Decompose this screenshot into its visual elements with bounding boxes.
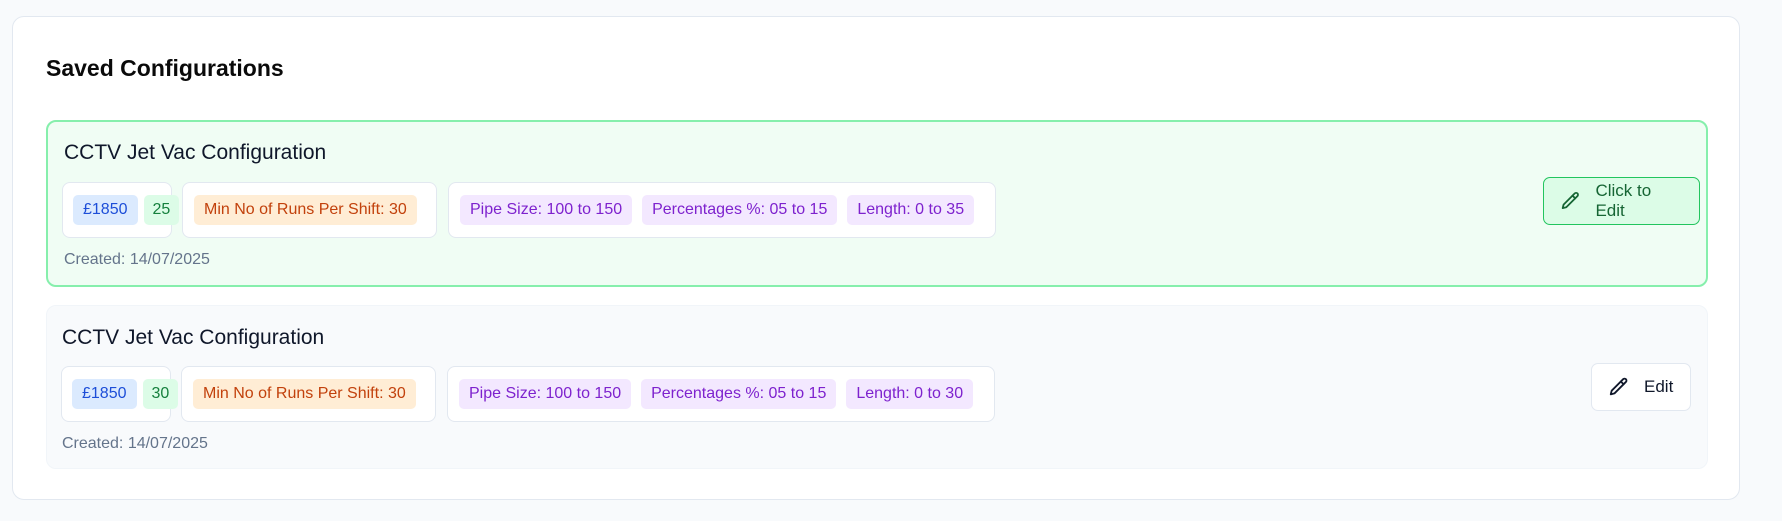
config-title: CCTV Jet Vac Configuration bbox=[64, 141, 327, 164]
edit-button-label: Edit bbox=[1644, 377, 1674, 396]
range-chip-group: Pipe Size: 100 to 150 Percentages %: 05 … bbox=[448, 182, 996, 238]
runs-chip-group: Min No of Runs Per Shift: 30 bbox=[182, 182, 437, 238]
length-badge: Length: 0 to 35 bbox=[847, 195, 975, 225]
saved-configurations-panel: Saved Configurations CCTV Jet Vac Config… bbox=[12, 16, 1740, 500]
pencil-icon bbox=[1561, 192, 1579, 210]
count-badge: 25 bbox=[143, 195, 180, 225]
config-card-selected[interactable]: CCTV Jet Vac Configuration £1850 25 Min … bbox=[46, 120, 1708, 287]
created-date: Created: 14/07/2025 bbox=[64, 251, 210, 268]
count-badge: 30 bbox=[142, 379, 179, 409]
price-badge: £1850 bbox=[73, 195, 138, 225]
runs-chip-group: Min No of Runs Per Shift: 30 bbox=[181, 366, 436, 422]
edit-button[interactable]: Edit bbox=[1591, 363, 1691, 411]
created-date: Created: 14/07/2025 bbox=[62, 435, 208, 452]
config-title: CCTV Jet Vac Configuration bbox=[62, 326, 325, 349]
config-card[interactable]: CCTV Jet Vac Configuration £1850 30 Min … bbox=[46, 305, 1708, 469]
length-badge: Length: 0 to 30 bbox=[846, 379, 974, 409]
range-chip-group: Pipe Size: 100 to 150 Percentages %: 05 … bbox=[447, 366, 995, 422]
percentages-badge: Percentages %: 05 to 15 bbox=[642, 195, 838, 225]
pipe-size-badge: Pipe Size: 100 to 150 bbox=[460, 195, 633, 225]
edit-button-label: Click to Edit bbox=[1595, 181, 1652, 220]
pencil-icon bbox=[1609, 377, 1628, 396]
runs-badge: Min No of Runs Per Shift: 30 bbox=[193, 379, 416, 409]
pipe-size-badge: Pipe Size: 100 to 150 bbox=[459, 379, 632, 409]
panel-title: Saved Configurations bbox=[46, 55, 284, 81]
price-badge: £1850 bbox=[72, 379, 137, 409]
percentages-badge: Percentages %: 05 to 15 bbox=[641, 379, 837, 409]
runs-badge: Min No of Runs Per Shift: 30 bbox=[194, 195, 417, 225]
click-to-edit-button[interactable]: Click to Edit bbox=[1543, 177, 1700, 225]
price-chip-group: £1850 25 bbox=[62, 182, 180, 238]
price-chip-group: £1850 30 bbox=[61, 366, 179, 422]
